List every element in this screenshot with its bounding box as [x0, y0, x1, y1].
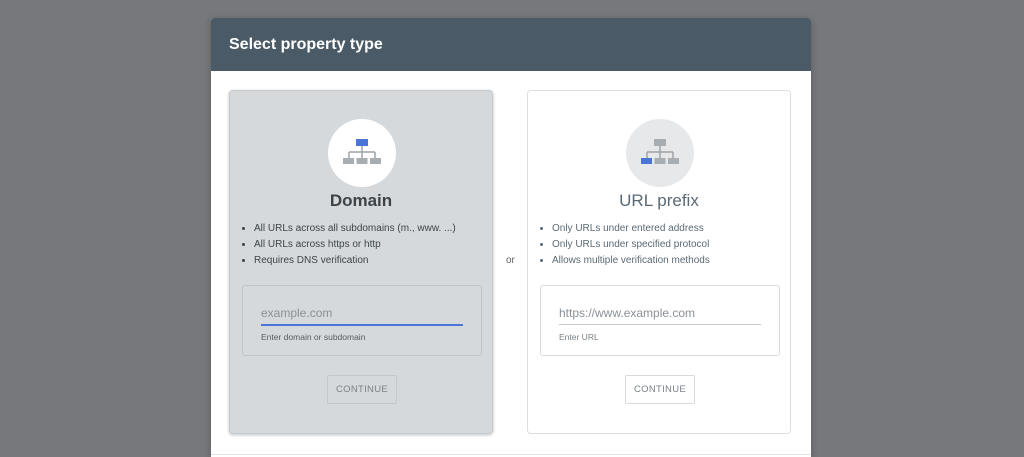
dialog-title: Select property type [229, 35, 383, 53]
select-property-dialog: Select property type Domain All URLs acr… [211, 18, 811, 457]
list-item: Only URLs under specified protocol [552, 237, 710, 253]
list-item: All URLs across https or http [254, 237, 456, 253]
sitemap-icon [343, 139, 381, 164]
sitemap-icon [641, 139, 679, 164]
url-prefix-icon-circle [626, 119, 694, 187]
list-item: All URLs across all subdomains (m., www.… [254, 221, 456, 237]
list-item: Requires DNS verification [254, 253, 456, 269]
list-item: Allows multiple verification methods [552, 253, 710, 269]
domain-card-title: Domain [329, 191, 393, 210]
url-input-hint: Enter URL [559, 332, 599, 342]
domain-icon-circle [328, 119, 396, 187]
domain-input-box: Enter domain or subdomain [242, 285, 482, 356]
domain-card[interactable]: Domain All URLs across all subdomains (m… [229, 90, 493, 434]
url-prefix-feature-list: Only URLs under entered address Only URL… [532, 221, 710, 269]
domain-input[interactable] [261, 302, 463, 326]
or-separator: or [506, 255, 515, 266]
domain-input-hint: Enter domain or subdomain [261, 332, 366, 342]
url-prefix-card[interactable]: URL prefix Only URLs under entered addre… [527, 90, 791, 434]
url-prefix-card-title: URL prefix [619, 191, 699, 210]
url-input[interactable] [559, 302, 761, 325]
list-item: Only URLs under entered address [552, 221, 710, 237]
domain-feature-list: All URLs across all subdomains (m., www.… [234, 221, 456, 269]
url-prefix-continue-button[interactable]: CONTINUE [625, 375, 695, 404]
dialog-header: Select property type [211, 18, 811, 71]
domain-continue-button[interactable]: CONTINUE [327, 375, 397, 404]
url-input-box: Enter URL [540, 285, 780, 356]
footer-divider [211, 454, 811, 455]
